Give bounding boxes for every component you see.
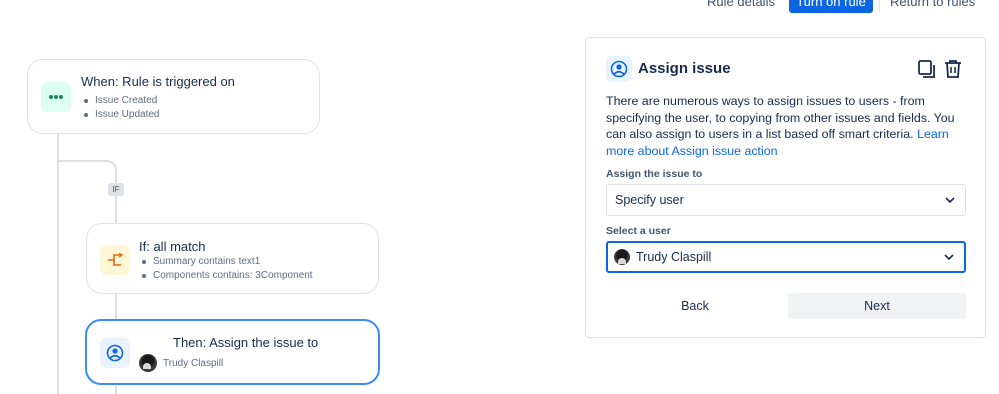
- trigger-card[interactable]: When: Rule is triggered on Issue Created…: [27, 59, 320, 134]
- rule-details-button[interactable]: Rule details: [703, 0, 779, 13]
- branch-icon: [108, 253, 123, 266]
- connector-main: [57, 134, 59, 394]
- if-branch-tag: IF: [108, 183, 124, 196]
- back-button[interactable]: Back: [606, 293, 784, 319]
- header-divider: [879, 0, 880, 12]
- turn-on-rule-button[interactable]: Turn on rule: [789, 0, 873, 13]
- connector-branch-curve: [99, 160, 117, 174]
- copy-icon: [918, 60, 935, 78]
- assign-select[interactable]: Specify user: [606, 184, 966, 216]
- action-icon: [100, 338, 130, 368]
- chevron-down-icon: [944, 254, 954, 261]
- action-user-name: Trudy Claspill: [163, 357, 224, 369]
- duplicate-button[interactable]: [916, 58, 938, 80]
- trigger-icon: [41, 82, 71, 112]
- assign-select-value: Specify user: [615, 193, 684, 207]
- trigger-item: Issue Updated: [81, 108, 160, 122]
- action-card[interactable]: Then: Assign the issue to Trudy Claspill: [85, 319, 380, 385]
- panel-title: Assign issue: [638, 60, 731, 77]
- action-user: Trudy Claspill: [139, 354, 223, 372]
- avatar: [139, 354, 157, 372]
- condition-title: If: all match: [139, 239, 206, 254]
- user-field-label: Select a user: [606, 225, 671, 237]
- action-title: Then: Assign the issue to: [173, 335, 319, 350]
- condition-items: Summary contains text1 Components contai…: [139, 255, 313, 283]
- user-circle-icon: [106, 344, 124, 362]
- description-text: There are numerous ways to assign issues…: [606, 94, 955, 141]
- assign-issue-panel: Assign issue There are numerous ways to …: [585, 37, 986, 338]
- delete-button[interactable]: [942, 58, 964, 80]
- assign-field-label: Assign the issue to: [606, 168, 703, 180]
- avatar: [614, 249, 630, 265]
- next-button[interactable]: Next: [788, 293, 966, 319]
- condition-item: Components contains: 3Component: [139, 269, 313, 283]
- trash-icon: [945, 60, 961, 78]
- trigger-item: Issue Created: [81, 94, 160, 108]
- trigger-title: When: Rule is triggered on: [81, 74, 235, 89]
- panel-icon: [606, 56, 632, 82]
- panel-description: There are numerous ways to assign issues…: [606, 93, 972, 159]
- user-select-value: Trudy Claspill: [636, 250, 712, 264]
- user-select[interactable]: Trudy Claspill: [606, 241, 966, 273]
- user-circle-icon: [610, 60, 628, 78]
- more-dots-icon: [49, 95, 63, 99]
- condition-item: Summary contains text1: [139, 255, 313, 269]
- condition-icon: [100, 245, 130, 275]
- trigger-items: Issue Created Issue Updated: [81, 94, 160, 122]
- return-to-rules-button[interactable]: Return to rules: [890, 0, 990, 13]
- chevron-down-icon: [945, 197, 955, 204]
- condition-card[interactable]: If: all match Summary contains text1 Com…: [86, 223, 379, 294]
